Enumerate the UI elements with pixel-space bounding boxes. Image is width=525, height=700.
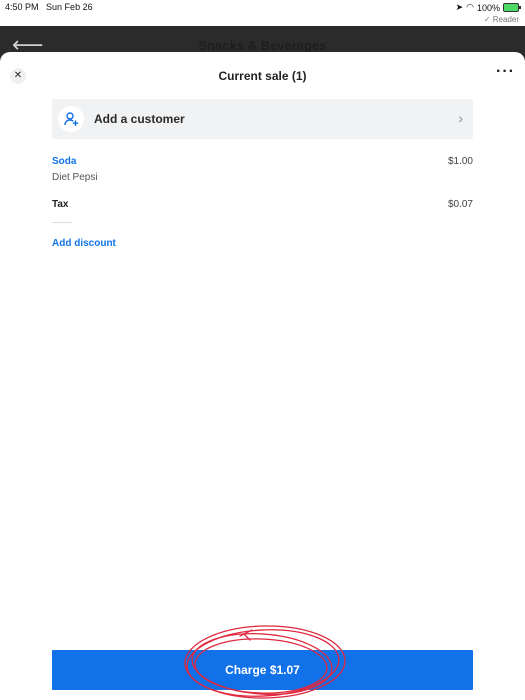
divider [52, 222, 72, 223]
chevron-right-icon: › [458, 110, 463, 126]
tax-label: Tax [52, 199, 69, 210]
current-sale-sheet: ✕ Current sale (1) ··· Add a customer › … [0, 52, 525, 700]
date-text: Sun Feb 26 [46, 2, 93, 12]
background-page-title: Snacks & Beverages [198, 38, 327, 53]
sheet-header: ✕ Current sale (1) ··· [0, 52, 525, 98]
reader-label[interactable]: ✓ Reader [484, 15, 519, 24]
line-item-name[interactable]: Soda [52, 156, 76, 167]
sheet-title: Current sale (1) [218, 69, 307, 83]
line-item-price: $1.00 [447, 156, 473, 167]
battery-percent: 100% [476, 2, 500, 13]
line-item-variant: Diet Pepsi [52, 172, 98, 183]
add-person-icon [58, 106, 84, 132]
add-customer-label: Add a customer [94, 112, 185, 126]
status-indicators: ➤ ◠ 100% [455, 2, 521, 13]
status-bar: 4:50 PM Sun Feb 26 ➤ ◠ 100% ✓ Reader [0, 0, 525, 26]
charge-button-label: Charge $1.07 [225, 663, 300, 677]
tax-amount: $0.07 [447, 199, 473, 210]
charge-button[interactable]: Charge $1.07 [52, 650, 473, 690]
add-customer-row[interactable]: Add a customer › [52, 99, 473, 139]
location-icon: ➤ [455, 2, 464, 12]
more-options-button[interactable]: ··· [496, 63, 515, 81]
wifi-icon: ◠ [466, 2, 474, 12]
battery-icon [503, 3, 521, 12]
status-time: 4:50 PM Sun Feb 26 [5, 2, 93, 12]
add-discount-link[interactable]: Add discount [52, 238, 116, 249]
ellipsis-icon: ··· [496, 63, 515, 80]
time-text: 4:50 PM [5, 2, 39, 12]
